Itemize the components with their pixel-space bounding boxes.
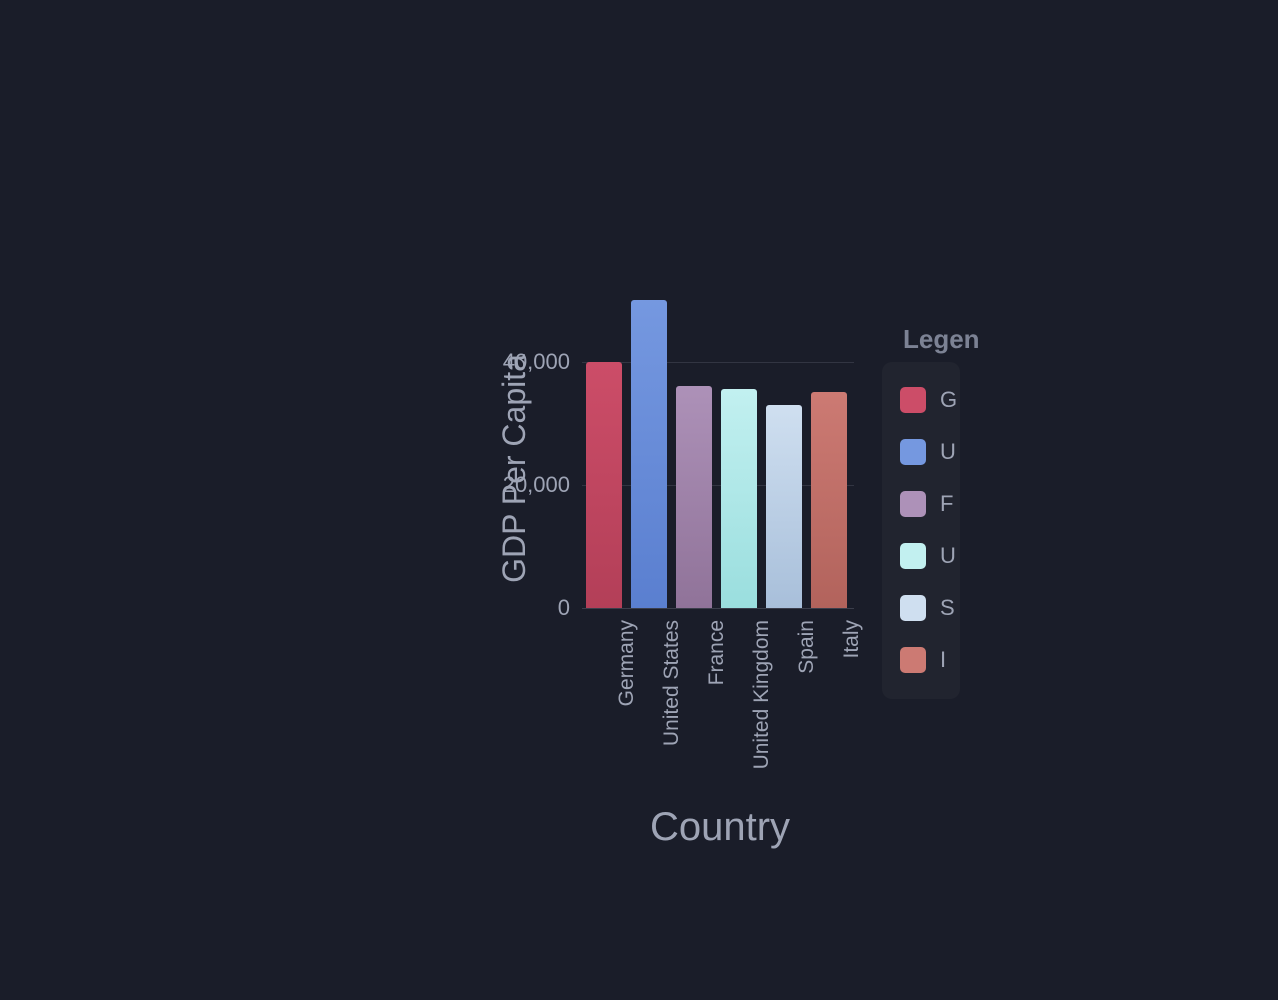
bar-spain[interactable] (766, 405, 802, 608)
legend-label-spain: S (940, 595, 955, 621)
legend-item-germany[interactable]: G (882, 374, 960, 426)
legend-item-united-kingdom[interactable]: U (882, 530, 960, 582)
legend-swatch-france (900, 491, 926, 517)
legend-box: G U F U S I (882, 362, 960, 699)
legend-label-united-kingdom: U (940, 543, 956, 569)
legend-label-united-states: U (940, 439, 956, 465)
legend-swatch-germany (900, 387, 926, 413)
legend-swatch-spain (900, 595, 926, 621)
y-tick-40000: 40,000 (480, 349, 570, 375)
legend-item-spain[interactable]: S (882, 582, 960, 634)
legend-item-italy[interactable]: I (882, 634, 960, 686)
legend-title: Legen (903, 324, 980, 355)
legend-swatch-italy (900, 647, 926, 673)
legend-label-france: F (940, 491, 953, 517)
legend-label-italy: I (940, 647, 946, 673)
y-tick-20000: 20,000 (480, 472, 570, 498)
bar-united-states[interactable] (631, 300, 667, 608)
bar-italy[interactable] (811, 392, 847, 608)
x-tick-united-kingdom: United Kingdom (750, 620, 774, 820)
legend-item-united-states[interactable]: U (882, 426, 960, 478)
x-tick-france: France (705, 620, 729, 820)
y-axis-title: GDP Per Capita (496, 354, 533, 583)
y-tick-0: 0 (480, 595, 570, 621)
x-tick-italy: Italy (840, 620, 864, 820)
legend-label-germany: G (940, 387, 957, 413)
bar-france[interactable] (676, 386, 712, 608)
grid-line-40000 (582, 362, 854, 363)
x-tick-united-states: United States (660, 620, 684, 820)
x-tick-germany: Germany (615, 620, 639, 820)
legend-item-france[interactable]: F (882, 478, 960, 530)
bar-germany[interactable] (586, 362, 622, 608)
legend-swatch-united-kingdom (900, 543, 926, 569)
plot-area: 40,000 20,000 0 Germany United States Fr… (582, 300, 854, 609)
chart-container: GDP Per Capita Country 40,000 20,000 0 G… (415, 300, 1015, 860)
bar-united-kingdom[interactable] (721, 389, 757, 608)
x-tick-spain: Spain (795, 620, 819, 820)
legend-swatch-united-states (900, 439, 926, 465)
